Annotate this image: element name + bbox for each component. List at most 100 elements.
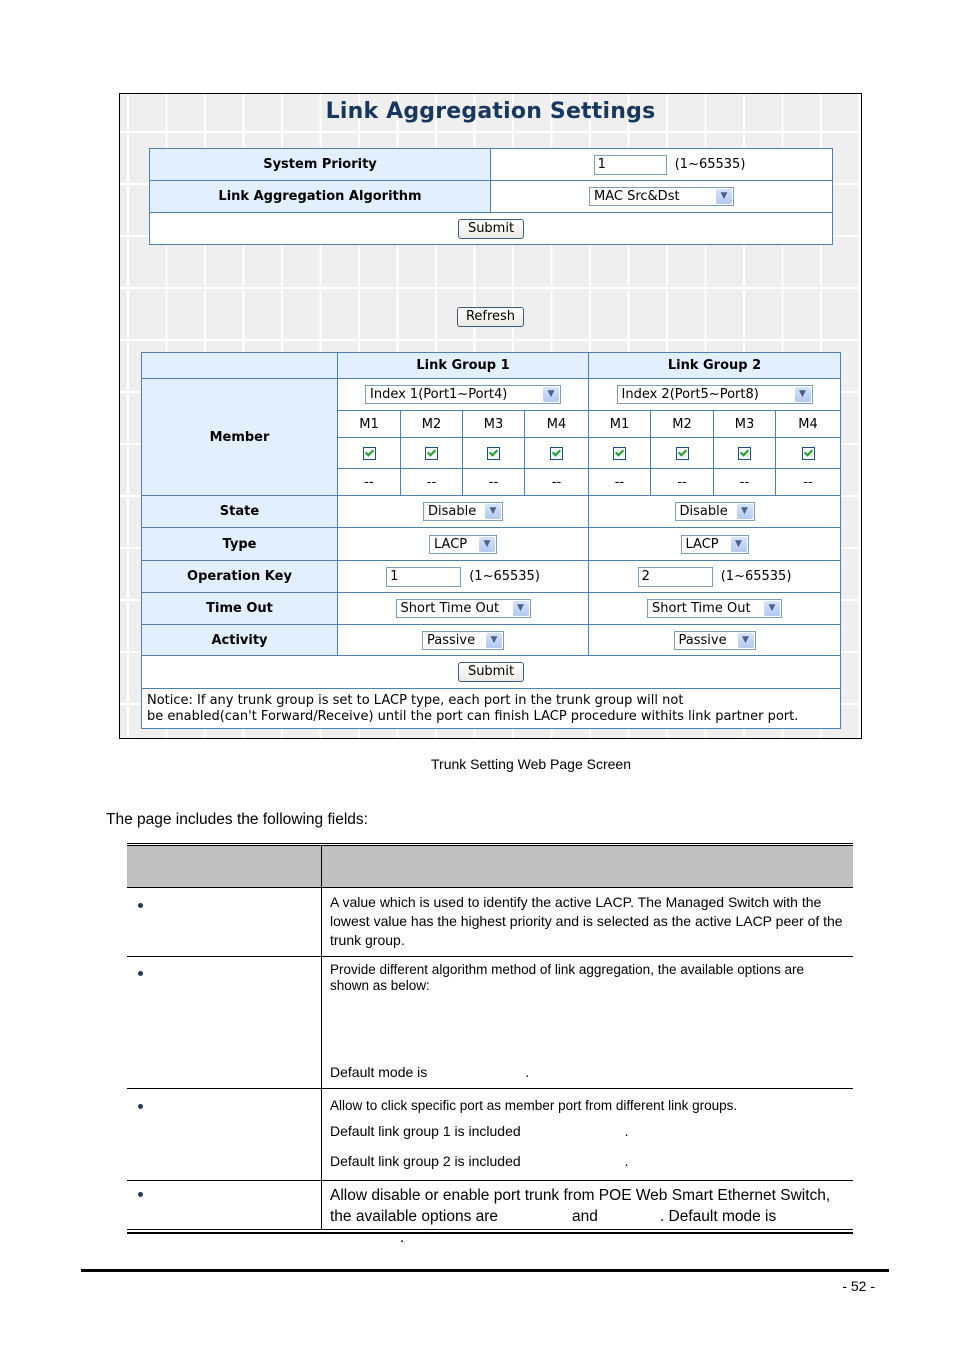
operation-key-label: Operation Key: [141, 560, 338, 593]
group-2-index-cell: Index 2(Port5~Port8) ▼: [588, 378, 841, 411]
group-2-activity-select[interactable]: Passive ▼: [673, 630, 756, 650]
field-description: Allow disable or enable port trunk from …: [322, 1181, 853, 1246]
field-description-line: the available options are and . Default mo…: [330, 1206, 843, 1248]
group-1-type-select[interactable]: LACP ▼: [429, 534, 497, 554]
field-name-cell: [127, 957, 322, 1088]
group-2-type-value: LACP: [685, 536, 719, 552]
field-description: Provide different algorithm method of li…: [322, 957, 853, 1088]
groups-submit-button[interactable]: Submit: [457, 662, 525, 682]
member-checkbox-g1-m3[interactable]: [487, 446, 500, 460]
chevron-down-icon: ▼: [730, 536, 747, 552]
chevron-down-icon: ▼: [737, 632, 754, 648]
group-1-time-out-select[interactable]: Short Time Out ▼: [395, 599, 531, 618]
group-2-time-out-value: Short Time Out: [652, 601, 751, 616]
activity-label: Activity: [141, 624, 338, 656]
group-1-opkey-cell: 1 (1~65535): [337, 560, 589, 593]
group-1-state-select[interactable]: Disable ▼: [423, 502, 503, 521]
group-1-operation-key-input[interactable]: 1: [386, 566, 462, 587]
system-priority-input[interactable]: 1: [593, 154, 667, 175]
notice-line-2: be enabled(can't Forward/Receive) until …: [147, 709, 799, 724]
member-status: --: [775, 468, 841, 496]
checkbox-cell: [775, 437, 841, 469]
notice-text: Notice: If any trunk group is set to LAC…: [141, 688, 841, 729]
field-description-line: Default link group 1 is included.: [330, 1116, 843, 1146]
field-row: Allow to click specific port as member p…: [127, 1089, 853, 1181]
group2-default-prefix: Default link group 2 is included: [330, 1153, 521, 1169]
default-mode-line: Default mode is.: [330, 1064, 529, 1080]
group-1-index-value: Index 1(Port1~Port4): [370, 387, 508, 402]
algorithm-select[interactable]: MAC Src&Dst ▼: [589, 187, 734, 206]
group-1-index-select[interactable]: Index 1(Port1~Port4) ▼: [365, 385, 561, 404]
footer-rule: [81, 1269, 889, 1272]
group-1-activity-value: Passive: [427, 632, 476, 648]
group1-default-prefix: Default link group 1 is included: [330, 1123, 521, 1139]
member-name: M3: [713, 410, 776, 438]
member-checkbox-g2-m4[interactable]: [801, 446, 815, 460]
options-suffix: .: [400, 1229, 405, 1246]
field-description-line: Allow disable or enable port trunk from …: [330, 1187, 831, 1204]
default-mode-suffix: .: [525, 1064, 530, 1080]
member-status: --: [713, 468, 776, 496]
member-name: M4: [524, 410, 589, 438]
checkbox-cell: [713, 437, 776, 469]
global-submit-button[interactable]: Submit: [457, 218, 525, 239]
member-name: M1: [588, 410, 651, 438]
group-2-state-value: Disable: [679, 504, 728, 519]
member-checkbox-g1-m4[interactable]: [550, 446, 563, 460]
link-group-1-header: Link Group 1: [337, 352, 589, 379]
checkbox-cell: [650, 437, 714, 469]
group-1-type-cell: LACP ▼: [337, 527, 589, 561]
group-2-timeout-cell: Short Time Out ▼: [588, 592, 841, 625]
group-2-state-select[interactable]: Disable ▼: [674, 502, 755, 521]
page-title: Link Aggregation Settings: [325, 99, 656, 124]
group2-default-suffix: .: [624, 1153, 629, 1169]
group-1-type-value: LACP: [434, 536, 468, 552]
group-1-activity-select[interactable]: Passive ▼: [422, 630, 504, 650]
checkbox-cell: [400, 437, 463, 469]
header-object-cell: [127, 846, 322, 887]
chevron-down-icon: ▼: [485, 504, 501, 519]
member-status: --: [462, 468, 525, 496]
group-2-operation-key-range: (1~65535): [720, 569, 792, 584]
options-default: . Default mode is: [659, 1208, 777, 1225]
group-2-index-select[interactable]: Index 2(Port5~Port8) ▼: [616, 385, 813, 404]
chevron-down-icon: ▼: [486, 632, 502, 648]
member-label: Member: [141, 378, 338, 496]
notice-line-1: Notice: If any trunk group is set to LAC…: [147, 693, 684, 708]
bullet-icon: [138, 971, 143, 976]
type-label: Type: [141, 527, 338, 561]
member-checkbox-g2-m3[interactable]: [738, 446, 751, 460]
chevron-down-icon: ▼: [794, 387, 811, 402]
field-name-cell: [127, 1089, 322, 1180]
member-checkbox-g2-m1[interactable]: [613, 446, 626, 460]
web-ui-screenshot: Link Aggregation Settings System Priorit…: [119, 93, 862, 739]
member-status: --: [400, 468, 463, 496]
bullet-icon: [138, 1104, 143, 1109]
system-priority-range: (1~65535): [674, 157, 746, 172]
figure-caption: Trunk Setting Web Page Screen: [431, 756, 631, 772]
group-2-operation-key-input[interactable]: 2: [637, 566, 713, 587]
group-2-type-select[interactable]: LACP ▼: [680, 534, 749, 554]
field-description-line: Provide different algorithm method of li…: [330, 962, 805, 993]
group-2-time-out-select[interactable]: Short Time Out ▼: [647, 599, 782, 618]
default-mode-prefix: Default mode is: [330, 1064, 428, 1080]
global-submit-cell: Submit: [149, 212, 833, 245]
member-name: M4: [775, 410, 841, 438]
corner-cell: [141, 352, 338, 379]
group1-default-suffix: .: [624, 1123, 629, 1139]
header-description-cell: [322, 846, 853, 887]
refresh-button[interactable]: Refresh: [456, 307, 525, 327]
checkbox-cell: [588, 437, 651, 469]
algorithm-label: Link Aggregation Algorithm: [149, 180, 491, 213]
member-status: --: [588, 468, 651, 496]
member-checkbox-g2-m2[interactable]: [675, 446, 689, 460]
group-1-state-cell: Disable ▼: [337, 495, 589, 528]
member-checkbox-g1-m2[interactable]: [425, 446, 438, 460]
options-and: and: [572, 1208, 598, 1225]
group-1-index-cell: Index 1(Port1~Port4) ▼: [337, 378, 589, 411]
field-name-cell: [127, 1181, 322, 1229]
group-1-timeout-cell: Short Time Out ▼: [337, 592, 589, 625]
group-2-activity-value: Passive: [678, 632, 727, 648]
member-checkbox-g1-m1[interactable]: [362, 446, 376, 460]
algorithm-cell: MAC Src&Dst ▼: [490, 180, 833, 213]
